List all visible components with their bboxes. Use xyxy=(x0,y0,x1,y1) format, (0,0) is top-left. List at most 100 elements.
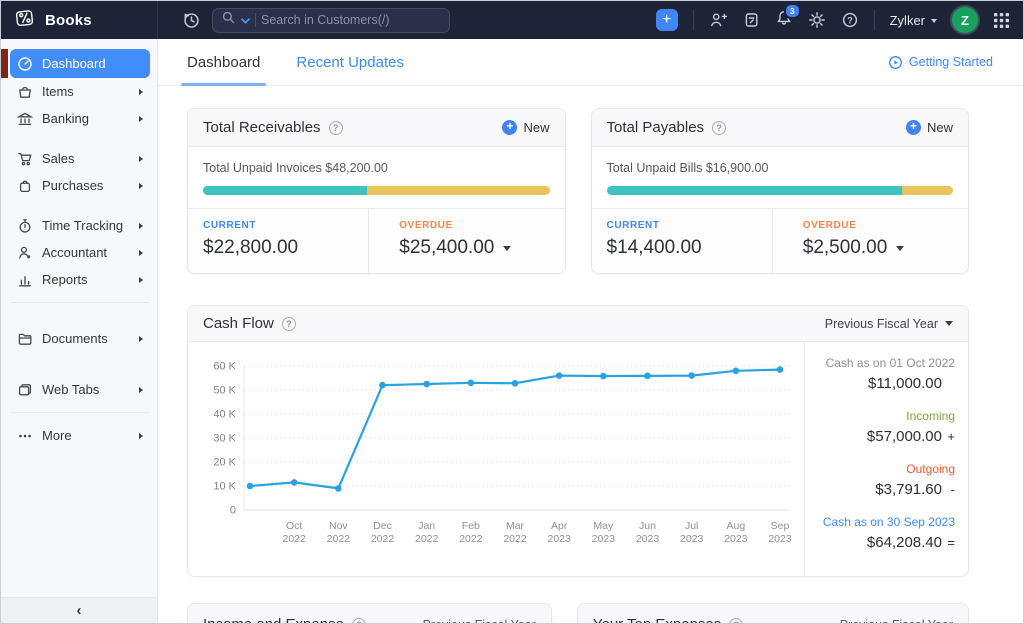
global-search[interactable] xyxy=(212,8,450,33)
plus-operator: + xyxy=(945,429,955,444)
new-button-label: New xyxy=(927,120,953,135)
sidebar-item-documents[interactable]: Documents xyxy=(10,325,150,352)
stopwatch-icon xyxy=(17,218,33,234)
opening-balance-row: Cash as on 01 Oct 2022 $11,000.00 xyxy=(818,356,955,392)
svg-text:0: 0 xyxy=(230,505,236,517)
unpaid-invoices-summary: Total Unpaid Invoices $48,200.00 xyxy=(203,161,550,175)
outgoing-value: $3,791.60 xyxy=(875,481,942,498)
svg-text:10 K: 10 K xyxy=(213,481,236,493)
chevron-right-icon xyxy=(139,277,143,283)
sidebar-item-items[interactable]: Items xyxy=(10,78,150,105)
closing-balance-row: Cash as on 30 Sep 2023 $64,208.40= xyxy=(818,515,955,551)
quick-create-button[interactable]: + xyxy=(656,9,678,31)
overdue-value-dropdown[interactable]: $25,400.00 xyxy=(399,237,549,259)
books-logo-icon xyxy=(14,8,36,33)
overdue-label: OVERDUE xyxy=(399,220,549,231)
search-scope-chevron-icon[interactable] xyxy=(241,11,250,29)
closing-balance-link[interactable]: Cash as on 30 Sep 2023 xyxy=(818,515,955,529)
new-bill-button[interactable]: + New xyxy=(906,120,953,135)
sidebar-item-label: Web Tabs xyxy=(42,382,99,397)
user-avatar[interactable]: Z xyxy=(952,7,978,33)
sidebar-item-accountant[interactable]: Accountant xyxy=(10,239,150,266)
overdue-amount-cell: OVERDUE $2,500.00 xyxy=(772,209,968,273)
new-invoice-button[interactable]: + New xyxy=(502,120,549,135)
cashflow-summary-panel: Cash as on 01 Oct 2022 $11,000.00 Incomi… xyxy=(804,342,968,576)
plus-icon: + xyxy=(906,120,921,135)
search-icon xyxy=(221,10,236,30)
main-layout: Dashboard Items Banking xyxy=(1,39,1023,623)
refer-user-icon[interactable] xyxy=(709,11,728,29)
chevron-down-icon xyxy=(896,246,904,251)
zoho-books-window: Books xyxy=(0,0,1024,624)
sidebar-item-label: Accountant xyxy=(42,245,107,260)
svg-text:Apr: Apr xyxy=(551,520,568,532)
getting-started-link[interactable]: Getting Started xyxy=(888,55,993,70)
svg-text:2022: 2022 xyxy=(459,533,483,545)
notifications-bell[interactable]: 3 xyxy=(775,9,793,32)
sidebar-item-label: More xyxy=(42,428,72,443)
sidebar-item-more[interactable]: More xyxy=(10,422,150,449)
period-label[interactable]: Previous Fiscal Year xyxy=(840,618,953,624)
help-icon[interactable]: ? xyxy=(712,121,726,135)
folder-icon xyxy=(17,331,33,347)
notepad-icon[interactable] xyxy=(743,11,760,29)
overdue-amount-cell: OVERDUE $25,400.00 xyxy=(368,209,564,273)
tab-recent-updates[interactable]: Recent Updates xyxy=(296,39,404,85)
overdue-value: $25,400.00 xyxy=(399,237,494,259)
settings-gear-icon[interactable] xyxy=(808,11,826,29)
svg-text:Aug: Aug xyxy=(726,520,745,532)
app-logo[interactable]: Books xyxy=(1,1,158,39)
card-header: Total Payables ? + New xyxy=(592,109,969,147)
sidebar-item-banking[interactable]: Banking xyxy=(10,105,150,132)
help-icon[interactable]: ? xyxy=(841,11,859,29)
help-icon[interactable]: ? xyxy=(329,121,343,135)
card-title: Total Payables xyxy=(607,119,705,136)
tab-dashboard[interactable]: Dashboard xyxy=(187,39,260,85)
ellipsis-icon xyxy=(17,428,33,444)
svg-text:50 K: 50 K xyxy=(213,385,236,397)
help-icon[interactable]: ? xyxy=(352,618,366,624)
chevron-right-icon xyxy=(139,387,143,393)
sidebar-item-sales[interactable]: Sales xyxy=(10,145,150,172)
apps-grid-icon[interactable] xyxy=(993,12,1010,29)
sidebar-item-time-tracking[interactable]: Time Tracking xyxy=(10,212,150,239)
svg-text:2023: 2023 xyxy=(592,533,616,545)
org-switcher[interactable]: Zylker xyxy=(890,13,937,28)
web-tabs-icon xyxy=(17,382,33,398)
current-label: CURRENT xyxy=(203,220,353,231)
chevron-right-icon xyxy=(139,89,143,95)
search-input[interactable] xyxy=(261,13,411,27)
notification-count-badge: 3 xyxy=(784,3,801,19)
sidebar-item-purchases[interactable]: Purchases xyxy=(10,172,150,199)
opening-balance-label: Cash as on 01 Oct 2022 xyxy=(818,356,955,370)
sidebar-item-web-tabs[interactable]: Web Tabs xyxy=(10,376,150,403)
payables-progress-bar xyxy=(607,186,954,195)
current-label: CURRENT xyxy=(607,220,757,231)
sidebar-item-dashboard[interactable]: Dashboard xyxy=(10,49,150,78)
help-icon[interactable]: ? xyxy=(729,618,743,624)
opening-balance-value: $11,000.00 xyxy=(868,375,942,392)
play-icon xyxy=(888,55,903,70)
help-icon[interactable]: ? xyxy=(282,317,296,331)
recent-history-icon[interactable] xyxy=(182,11,201,30)
cash-flow-card: Cash Flow ? Previous Fiscal Year 010 K20… xyxy=(187,305,969,577)
overdue-value-dropdown[interactable]: $2,500.00 xyxy=(803,237,953,259)
chevron-down-icon xyxy=(503,246,511,251)
chevron-left-icon: ‹ xyxy=(77,603,82,618)
dashboard-icon xyxy=(17,56,33,72)
incoming-value: $57,000.00 xyxy=(867,428,942,445)
sidebar-item-label: Dashboard xyxy=(42,56,106,71)
accountant-person-icon xyxy=(17,245,33,261)
svg-text:2023: 2023 xyxy=(547,533,571,545)
bottom-cards-row: Income and Expense ? Previous Fiscal Yea… xyxy=(187,603,969,623)
sidebar-collapse-button[interactable]: ‹ xyxy=(1,597,157,623)
fiscal-year-selector[interactable]: Previous Fiscal Year xyxy=(825,317,953,331)
topbar-left xyxy=(158,8,450,33)
svg-text:May: May xyxy=(593,520,614,532)
minus-operator: - xyxy=(945,482,955,497)
amounts-section: CURRENT $14,400.00 OVERDUE $2,500.00 xyxy=(592,208,969,273)
left-edge-marker xyxy=(1,49,8,78)
card-body: Total Unpaid Invoices $48,200.00 xyxy=(188,147,565,208)
sidebar-item-reports[interactable]: Reports xyxy=(10,266,150,293)
period-label[interactable]: Previous Fiscal Year xyxy=(423,618,536,624)
